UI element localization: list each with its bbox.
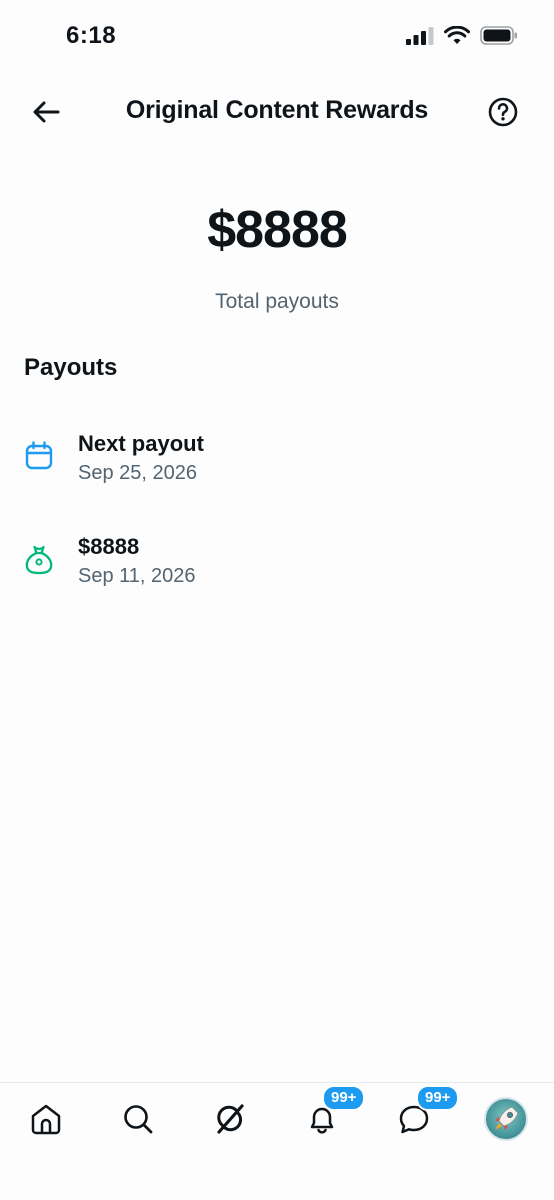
- payout-title: Next payout: [78, 431, 204, 456]
- search-icon: [124, 1105, 153, 1134]
- nav-home[interactable]: [24, 1097, 68, 1141]
- help-button[interactable]: [488, 97, 518, 127]
- page-title: Original Content Rewards: [125, 96, 429, 124]
- rocket-icon: [495, 1106, 519, 1130]
- message-badge: 99+: [416, 1085, 460, 1111]
- cellular-signal-icon: [406, 26, 434, 45]
- payout-row-next: Next payout Sep 25, 2026: [0, 428, 554, 498]
- total-payout-amount: $8888: [207, 201, 348, 259]
- status-time: 6:18: [66, 22, 117, 49]
- avatar[interactable]: [484, 1097, 528, 1141]
- battery-icon: [480, 26, 517, 45]
- money-bag-icon: [24, 543, 54, 575]
- question-circle-icon: [488, 97, 518, 127]
- total-payout-label: Total payouts: [215, 290, 339, 313]
- nav-messages[interactable]: 99+: [392, 1085, 460, 1141]
- nav-grok[interactable]: [208, 1097, 252, 1141]
- payout-text: Next payout Sep 25, 2026: [78, 430, 204, 488]
- nav-notifications[interactable]: 99+: [300, 1085, 366, 1141]
- bottom-nav: 99+ 99+: [0, 1082, 554, 1200]
- nav-search[interactable]: [116, 1097, 160, 1141]
- payout-date: Sep 25, 2026: [78, 462, 197, 484]
- payout-title: $8888: [78, 534, 140, 559]
- payout-date: Sep 11, 2026: [78, 565, 196, 587]
- notification-badge: 99+: [322, 1085, 366, 1111]
- status-icons: [406, 26, 518, 45]
- wifi-icon: [444, 26, 470, 44]
- screen: 6:18 Original Content Rewards $8888 Tota…: [0, 0, 554, 1200]
- grok-icon: [217, 1104, 244, 1134]
- calendar-icon: [24, 440, 54, 472]
- payout-row-past: $8888 Sep 11, 2026: [0, 531, 554, 601]
- header: Original Content Rewards: [0, 84, 554, 140]
- payout-text: $8888 Sep 11, 2026: [78, 533, 196, 591]
- status-bar: 6:18: [0, 0, 554, 72]
- home-icon: [31, 1104, 61, 1135]
- payouts-section-title: Payouts: [24, 354, 118, 381]
